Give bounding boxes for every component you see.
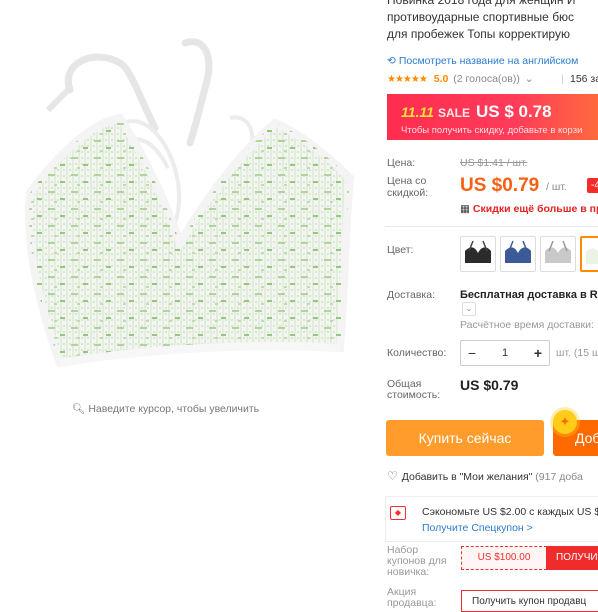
chevron-down-icon[interactable]: ⌄ (462, 302, 476, 316)
rating-votes-link[interactable]: (2 голоса(ов)) (453, 73, 520, 85)
total-value: US $0.79 (460, 377, 519, 393)
shipping-value[interactable]: Бесплатная доставка в Ru (460, 289, 598, 301)
rating-row: ★★★★★ 5.0 (2 голоса(ов)) ⌄ | 156 за (387, 73, 598, 85)
delivery-time: Расчётное время доставки: (460, 319, 594, 331)
color-label: Цвет: (387, 244, 414, 256)
product-image[interactable] (0, 18, 370, 388)
translate-icon: ⟲ (387, 55, 396, 67)
seller-promo-label: Акция продавца: (387, 586, 437, 609)
more-discounts-link[interactable]: ▦ Скидки ещё больше в пр (460, 203, 598, 215)
divider (385, 226, 598, 227)
color-swatch-gray[interactable] (540, 236, 576, 272)
quantity-input[interactable]: 1 (483, 341, 527, 365)
discount-price: US $0.79 (460, 175, 540, 196)
shipping-label: Доставка: (387, 289, 436, 301)
get-special-coupon-link[interactable]: Получите Спецкупон > (422, 522, 533, 534)
translate-link[interactable]: ⟲ Посмотреть название на английском (387, 55, 578, 67)
get-coupon-button[interactable]: ПОЛУЧИ (546, 546, 598, 570)
color-swatch-black[interactable] (460, 236, 496, 272)
discount-price-label: Цена со скидкой: (387, 175, 429, 199)
wishlist-text[interactable]: Добавить в "Мои желания" (402, 471, 533, 483)
new-user-coupon-amount: US $100.00 (461, 546, 547, 570)
promo-text: Сэкономьте US $2.00 с каждых US $2 (422, 506, 598, 518)
old-price: US $1.41 / шт. (460, 157, 528, 169)
sale-price: US $ 0.78 (475, 102, 552, 121)
star-rating-icon: ★★★★★ (387, 74, 428, 85)
sale-1111-badge: 11.11 (401, 104, 434, 120)
new-user-coupons-label: Набор купонов для новичка: (387, 544, 447, 578)
chevron-down-icon[interactable]: ⌄ (525, 73, 534, 85)
price-unit: / шт. (546, 181, 567, 193)
quantity-available: шт. (15 шт (556, 347, 598, 359)
wishlist-count: (917 доба (535, 471, 583, 483)
quantity-label: Количество: (387, 347, 447, 359)
quantity-stepper: − 1 + (460, 340, 550, 366)
sale-banner: 11.11 SALE US $ 0.78 Чтобы получить скидку… (387, 94, 598, 140)
orders-count: 156 за (570, 73, 598, 85)
color-swatch-white-green[interactable] (580, 236, 598, 272)
total-label: Общая стоимость: (387, 378, 441, 401)
rating-score: 5.0 (433, 73, 449, 85)
wishlist-link[interactable]: ♡ Добавить в "Мои желания" (917 доба (387, 469, 583, 483)
quantity-increase-button[interactable]: + (527, 341, 549, 365)
quantity-decrease-button[interactable]: − (461, 341, 483, 365)
product-title: Новинка 2018 года для женщин И противоуд… (387, 0, 598, 43)
sale-word: SALE (437, 106, 470, 120)
magnifier-icon: 🔍︎ (72, 403, 86, 415)
get-seller-coupon-button[interactable]: Получить купон продавц (461, 590, 598, 612)
heart-icon: ♡ (387, 469, 398, 483)
zoom-hint: 🔍︎ Наведите курсор, чтобы увеличить (72, 402, 259, 415)
rating-separator: | (561, 73, 564, 85)
title-line: для пробежек Топы корректирую (387, 27, 570, 41)
translate-link-text[interactable]: Посмотреть название на английском (399, 55, 579, 67)
sale-subtitle: Чтобы получить скидку, добавьте в корзи (401, 125, 583, 136)
more-discounts-text[interactable]: Скидки ещё больше в пр (473, 203, 598, 215)
promo-box: ◆ Сэкономьте US $2.00 с каждых US $2 Пол… (385, 496, 598, 542)
qr-code-icon: ▦ (460, 203, 470, 215)
buy-now-button[interactable]: Купить сейчас (386, 420, 544, 456)
coupon-icon: ◆ (390, 506, 406, 520)
sparkle-icon: ✦ (553, 410, 577, 434)
color-swatch-blue[interactable] (500, 236, 536, 272)
discount-percent-badge: -44% (587, 178, 598, 193)
price-label: Цена: (387, 157, 416, 169)
zoom-hint-text: Наведите курсор, чтобы увеличить (88, 403, 260, 415)
title-line: Новинка 2018 года для женщин И (387, 0, 576, 7)
title-line: противоударные спортивные бюс (387, 10, 575, 24)
